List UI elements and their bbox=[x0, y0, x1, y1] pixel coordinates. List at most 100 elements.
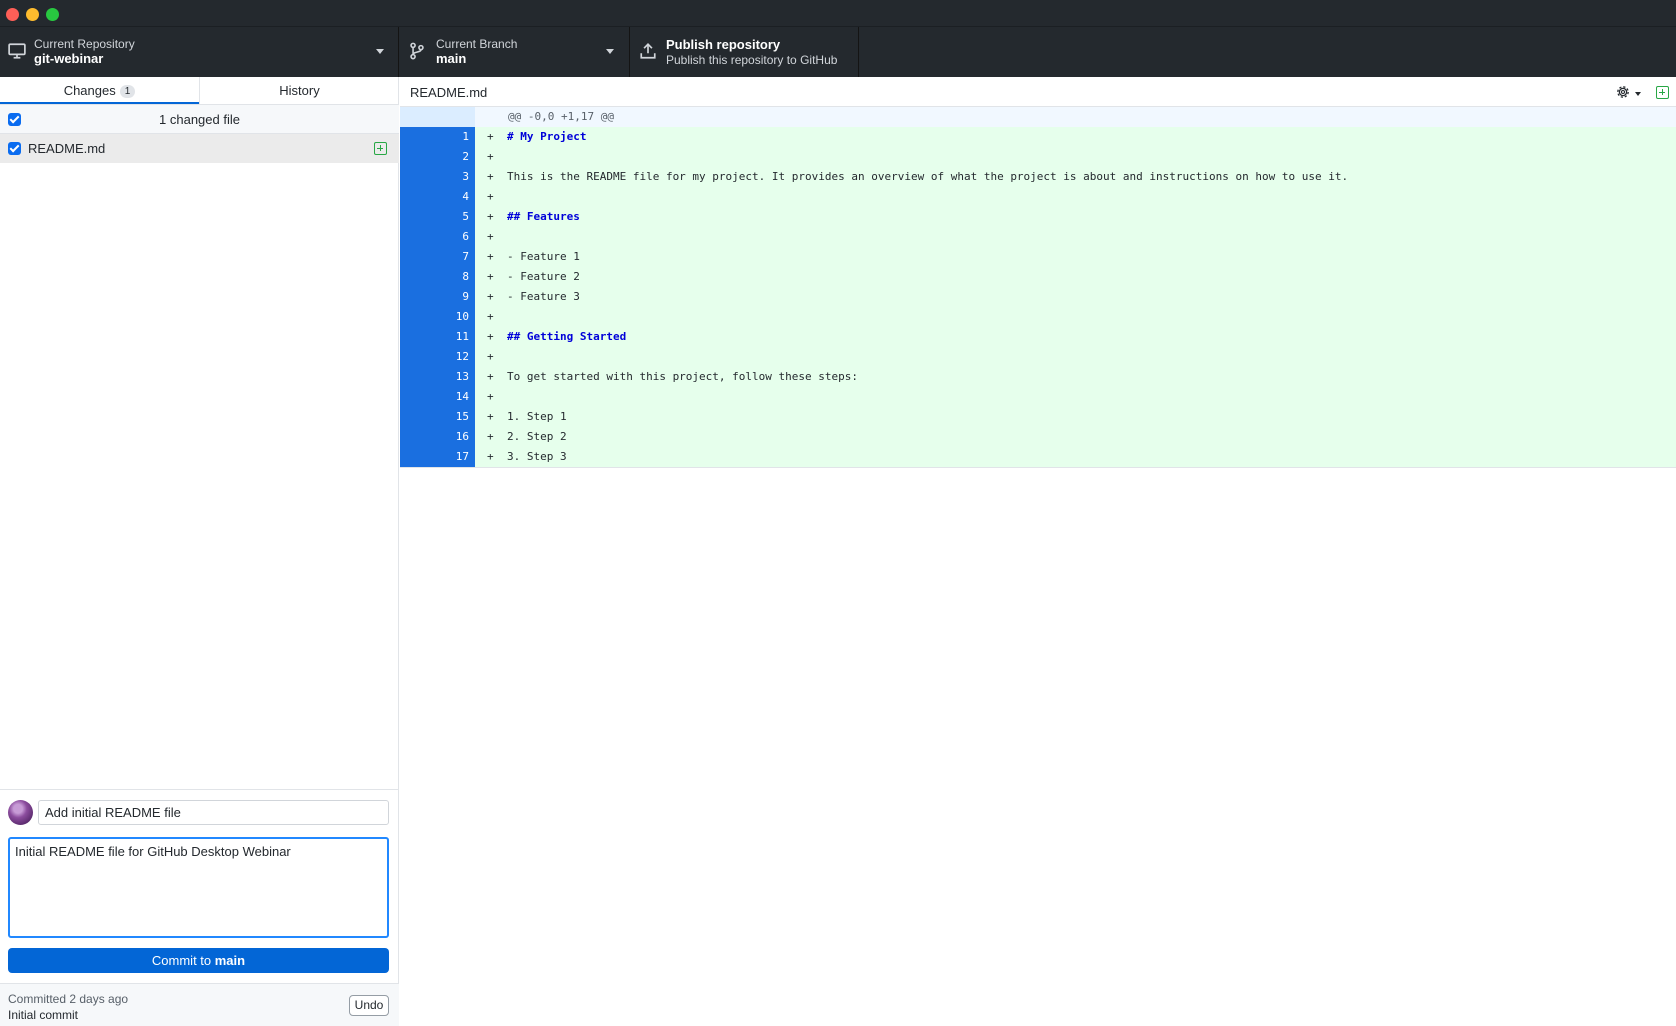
diff-line-number[interactable]: 16 bbox=[439, 427, 475, 447]
file-list-item[interactable]: README.md bbox=[0, 134, 399, 163]
diff-line[interactable]: 14 + bbox=[400, 387, 1676, 407]
diff-line-number[interactable]: 11 bbox=[439, 327, 475, 347]
tab-history[interactable]: History bbox=[199, 77, 399, 104]
diff-old-line-gutter[interactable] bbox=[400, 127, 439, 147]
diff-line-sign: + bbox=[487, 230, 494, 243]
diff-old-line-gutter[interactable] bbox=[400, 167, 439, 187]
diff-line-sign: + bbox=[487, 390, 494, 403]
diff-line[interactable]: 4 + bbox=[400, 187, 1676, 207]
branch-label: Current Branch bbox=[436, 37, 518, 51]
hunk-gutter-new bbox=[439, 107, 475, 127]
commit-button[interactable]: Commit to main bbox=[8, 948, 389, 973]
commit-description-input[interactable]: Initial README file for GitHub Desktop W… bbox=[8, 837, 389, 938]
diff-old-line-gutter[interactable] bbox=[400, 207, 439, 227]
diff-old-line-gutter[interactable] bbox=[400, 387, 439, 407]
diff-line-text: 1. Step 1 bbox=[507, 410, 567, 423]
diff-old-line-gutter[interactable] bbox=[400, 227, 439, 247]
diff-old-line-gutter[interactable] bbox=[400, 287, 439, 307]
diff-line-number[interactable]: 8 bbox=[439, 267, 475, 287]
diff-line-sign: + bbox=[487, 250, 494, 263]
diff-line[interactable]: 9 + - Feature 3 bbox=[400, 287, 1676, 307]
commit-button-prefix: Commit to bbox=[151, 953, 215, 968]
diff-line-number[interactable]: 12 bbox=[439, 347, 475, 367]
chevron-down-icon[interactable] bbox=[1635, 92, 1641, 96]
chevron-down-icon bbox=[606, 49, 614, 54]
file-added-icon bbox=[374, 142, 387, 155]
changed-files-count: 1 changed file bbox=[159, 112, 240, 127]
diff-line-sign: + bbox=[487, 290, 494, 303]
publish-repository-button[interactable]: Publish repository Publish this reposito… bbox=[630, 27, 859, 77]
diff-line[interactable]: 7 + - Feature 1 bbox=[400, 247, 1676, 267]
gear-icon[interactable] bbox=[1615, 84, 1631, 100]
close-window-button[interactable] bbox=[6, 8, 19, 21]
hunk-header-text: @@ -0,0 +1,17 @@ bbox=[508, 110, 614, 123]
diff-line[interactable]: 17 +3. Step 3 bbox=[400, 447, 1676, 467]
diff-line-text: - Feature 3 bbox=[507, 290, 580, 303]
diff-line[interactable]: 5 + ## Features bbox=[400, 207, 1676, 227]
diff-line-number[interactable]: 3 bbox=[439, 167, 475, 187]
diff-line[interactable]: 16 +2. Step 2 bbox=[400, 427, 1676, 447]
diff-line[interactable]: 13 + To get started with this project, fol… bbox=[400, 367, 1676, 387]
diff-line[interactable]: 6 + bbox=[400, 227, 1676, 247]
last-commit-message: Initial commit bbox=[8, 1008, 79, 1022]
diff-line-sign: + bbox=[487, 170, 494, 183]
minimize-window-button[interactable] bbox=[26, 8, 39, 21]
diff-line[interactable]: 3 + This is the README file for my project… bbox=[400, 167, 1676, 187]
current-repository-dropdown[interactable]: Current Repository git-webinar bbox=[0, 27, 399, 77]
diff-line-number[interactable]: 7 bbox=[439, 247, 475, 267]
sidebar: Changes 1 History 1 changed file README.m… bbox=[0, 77, 399, 1026]
undo-button[interactable]: Undo bbox=[349, 995, 389, 1016]
diff-line-sign: + bbox=[487, 370, 494, 383]
diff-line[interactable]: 10 + bbox=[400, 307, 1676, 327]
diff-line-number[interactable]: 13 bbox=[439, 367, 475, 387]
diff-old-line-gutter[interactable] bbox=[400, 147, 439, 167]
diff-old-line-gutter[interactable] bbox=[400, 267, 439, 287]
diff-line[interactable]: 8 + - Feature 2 bbox=[400, 267, 1676, 287]
changes-count-badge: 1 bbox=[119, 85, 136, 98]
avatar bbox=[8, 800, 33, 825]
diff-line[interactable]: 11 + ## Getting Started bbox=[400, 327, 1676, 347]
window-title-bar bbox=[0, 0, 1676, 27]
diff-old-line-gutter[interactable] bbox=[400, 327, 439, 347]
diff-line-number[interactable]: 10 bbox=[439, 307, 475, 327]
file-include-checkbox[interactable] bbox=[8, 142, 21, 155]
toolbar: Current Repository git-webinar Current B… bbox=[0, 27, 1676, 77]
tab-changes[interactable]: Changes 1 bbox=[0, 77, 199, 104]
diff-old-line-gutter[interactable] bbox=[400, 307, 439, 327]
diff-line-number[interactable]: 4 bbox=[439, 187, 475, 207]
file-added-icon bbox=[1656, 86, 1669, 99]
diff-line-sign: + bbox=[487, 270, 494, 283]
diff-line-text: 3. Step 3 bbox=[507, 450, 567, 463]
diff-line-number[interactable]: 9 bbox=[439, 287, 475, 307]
current-branch-dropdown[interactable]: Current Branch main bbox=[399, 27, 630, 77]
diff-old-line-gutter[interactable] bbox=[400, 347, 439, 367]
diff-line-text: ## Getting Started bbox=[507, 330, 627, 343]
commit-button-branch: main bbox=[214, 953, 246, 968]
diff-line-number[interactable]: 1 bbox=[439, 127, 475, 147]
commit-summary-input[interactable]: Add initial README file bbox=[38, 800, 389, 825]
diff-line-number[interactable]: 17 bbox=[439, 447, 475, 467]
diff-old-line-gutter[interactable] bbox=[400, 187, 439, 207]
diff-line-number[interactable]: 2 bbox=[439, 147, 475, 167]
maximize-window-button[interactable] bbox=[46, 8, 59, 21]
diff-old-line-gutter[interactable] bbox=[400, 247, 439, 267]
diff-old-line-gutter[interactable] bbox=[400, 407, 439, 427]
tab-changes-label: Changes bbox=[63, 83, 116, 98]
diff-old-line-gutter[interactable] bbox=[400, 367, 439, 387]
diff-line-number[interactable]: 15 bbox=[439, 407, 475, 427]
diff-line[interactable]: 2 + bbox=[400, 147, 1676, 167]
hunk-header: @@ -0,0 +1,17 @@ bbox=[400, 107, 1676, 127]
diff-line-text: To get started with this project, follow… bbox=[507, 370, 858, 383]
diff-line[interactable]: 12 + bbox=[400, 347, 1676, 367]
branch-name: main bbox=[436, 51, 467, 66]
diff-line[interactable]: 1 + # My Project bbox=[400, 127, 1676, 147]
diff-line-sign: + bbox=[487, 430, 494, 443]
diff-line[interactable]: 15 +1. Step 1 bbox=[400, 407, 1676, 427]
diff-line-sign: + bbox=[487, 350, 494, 363]
diff-line-number[interactable]: 5 bbox=[439, 207, 475, 227]
diff-old-line-gutter[interactable] bbox=[400, 447, 439, 467]
diff-line-number[interactable]: 6 bbox=[439, 227, 475, 247]
desktop-computer-icon bbox=[8, 43, 26, 59]
diff-line-number[interactable]: 14 bbox=[439, 387, 475, 407]
diff-old-line-gutter[interactable] bbox=[400, 427, 439, 447]
